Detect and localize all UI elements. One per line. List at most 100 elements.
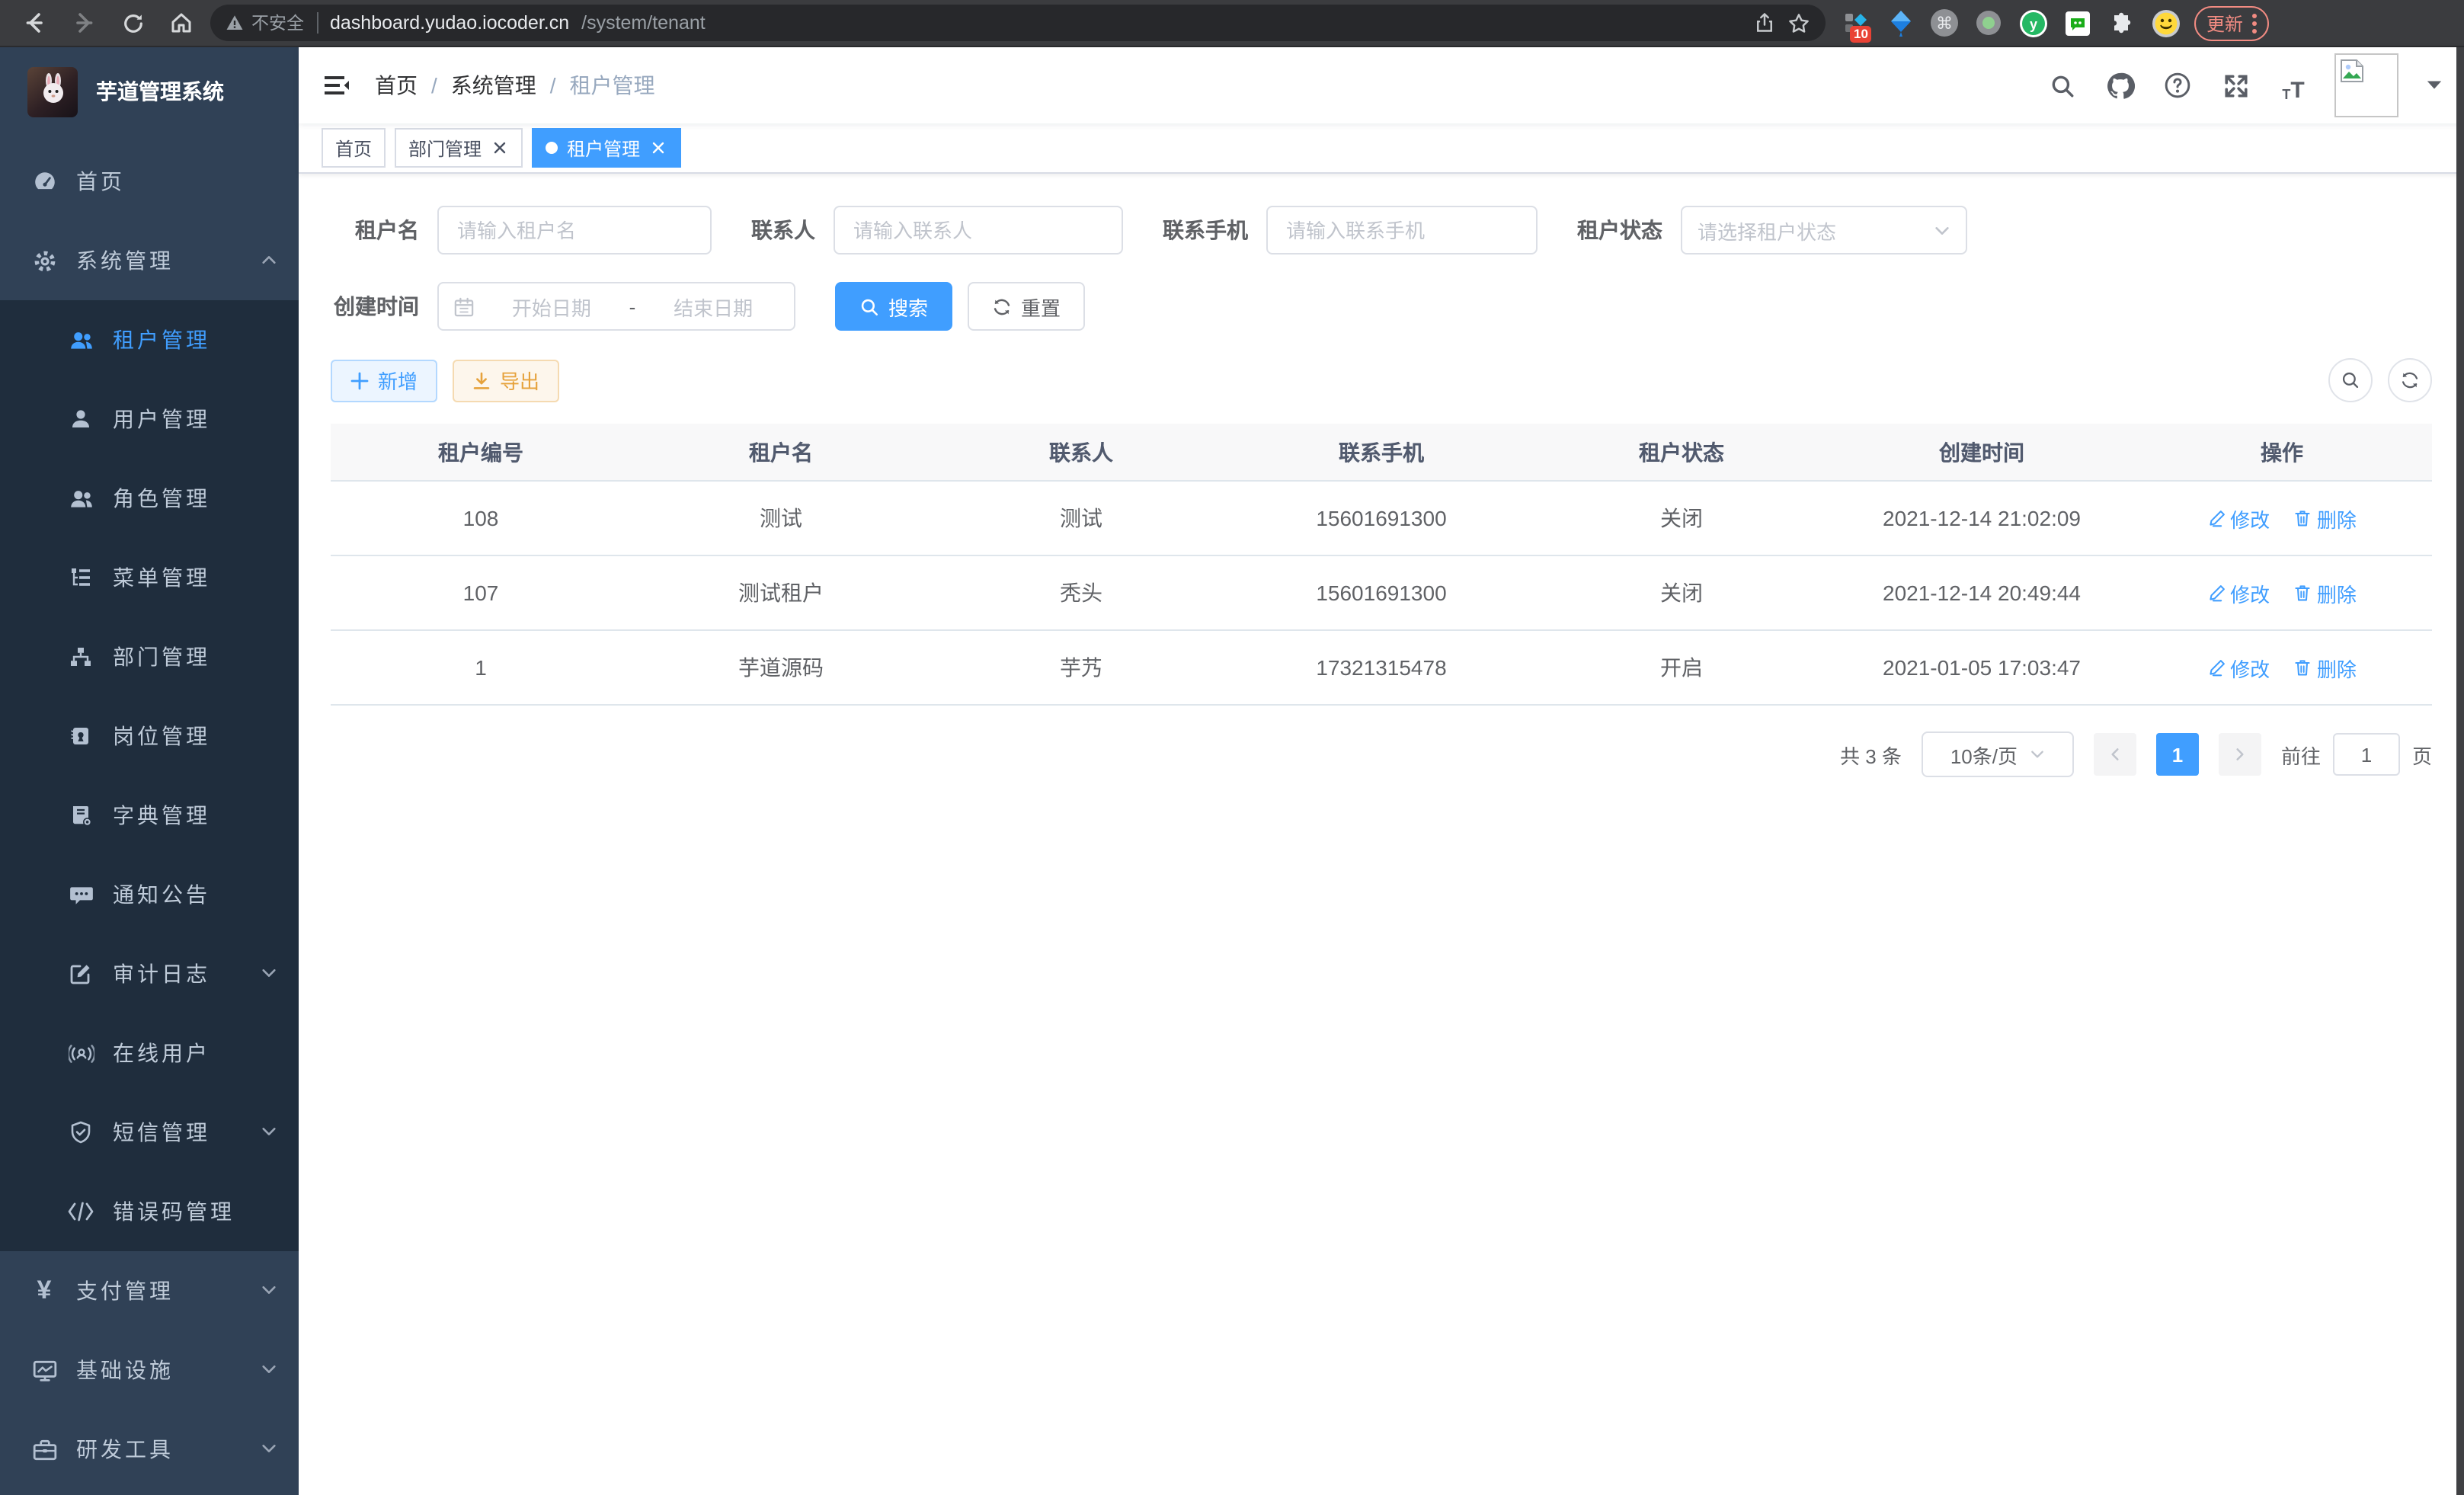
filter-row-2: 创建时间 开始日期 - 结束日期 搜索 (331, 282, 2432, 331)
close-icon[interactable] (649, 139, 667, 157)
download-icon (472, 371, 491, 389)
extension-recorder-icon[interactable] (1973, 8, 2004, 38)
chevron-down-icon (261, 1279, 277, 1303)
edit-link[interactable]: 修改 (2207, 504, 2270, 533)
goto-page-input[interactable] (2333, 733, 2400, 776)
extension-dict-icon[interactable]: 10 (1841, 8, 1871, 38)
sidebar-item-home[interactable]: 首页 (0, 142, 299, 221)
home-button[interactable] (162, 3, 201, 43)
broken-image-icon (2339, 58, 2365, 84)
search-icon[interactable] (2045, 69, 2078, 102)
bookmark-star-icon[interactable] (1787, 11, 1810, 34)
sidebar-item-dict[interactable]: 字典管理 (0, 776, 299, 855)
page-suffix: 页 (2412, 740, 2432, 769)
monitor-icon (30, 1356, 58, 1384)
goto-label: 前往 (2281, 740, 2321, 769)
sidebar-item-system[interactable]: 系统管理 (0, 221, 299, 300)
page-size-select[interactable]: 10条/页 (1922, 731, 2074, 777)
extension-command-icon[interactable]: ⌘ (1929, 8, 1960, 38)
tag-dept[interactable]: 部门管理 (395, 128, 523, 168)
close-icon[interactable] (491, 139, 509, 157)
browser-toolbar: 不安全 dashboard.yudao.iocoder.cn/system/te… (0, 0, 2464, 47)
delete-link[interactable]: 删除 (2294, 578, 2357, 607)
sidebar-item-post[interactable]: 岗位管理 (0, 696, 299, 776)
sidebar-item-notice[interactable]: 通知公告 (0, 855, 299, 934)
delete-link[interactable]: 删除 (2294, 653, 2357, 682)
sidebar-item-pay[interactable]: ¥ 支付管理 (0, 1251, 299, 1330)
dict-icon (67, 802, 94, 829)
extension-yuque-icon[interactable]: y (2018, 8, 2048, 38)
sidebar-item-menu[interactable]: 菜单管理 (0, 538, 299, 617)
next-page-button[interactable] (2219, 733, 2261, 776)
delete-link[interactable]: 删除 (2294, 504, 2357, 533)
sidebar-collapse-icon[interactable] (320, 69, 354, 102)
toggle-search-button[interactable] (2328, 358, 2373, 402)
status-select[interactable]: 请选择租户状态 (1681, 206, 1967, 255)
extension-chat-icon[interactable] (2062, 8, 2092, 38)
reset-button[interactable]: 重置 (968, 282, 1085, 331)
filter-contact: 联系人 (751, 206, 1123, 255)
tag-home[interactable]: 首页 (322, 128, 386, 168)
sidebar-item-audit-log[interactable]: 审计日志 (0, 934, 299, 1013)
refresh-table-button[interactable] (2388, 358, 2432, 402)
extension-kite-icon[interactable] (1885, 8, 1915, 38)
address-bar[interactable]: 不安全 dashboard.yudao.iocoder.cn/system/te… (210, 5, 1826, 41)
breadcrumb-current: 租户管理 (570, 70, 655, 101)
org-icon (67, 643, 94, 671)
date-range-picker[interactable]: 开始日期 - 结束日期 (437, 282, 795, 331)
browser-menu-icon[interactable] (2252, 13, 2257, 33)
sidebar-item-sms[interactable]: 短信管理 (0, 1093, 299, 1172)
pay-icon: ¥ (30, 1277, 58, 1305)
breadcrumb-home[interactable]: 首页 (375, 70, 418, 101)
update-button[interactable]: 更新 (2194, 5, 2269, 40)
github-icon[interactable] (2103, 69, 2136, 102)
search-icon (2341, 370, 2360, 390)
screen: 不安全 dashboard.yudao.iocoder.cn/system/te… (0, 0, 2464, 1495)
breadcrumb-system[interactable]: 系统管理 (451, 70, 536, 101)
extension-emoji-icon[interactable] (2150, 8, 2181, 38)
add-button[interactable]: 新增 (331, 359, 437, 402)
avatar[interactable] (2334, 53, 2398, 117)
mobile-input[interactable] (1266, 206, 1538, 255)
total-count: 共 3 条 (1840, 740, 1902, 769)
sidebar-item-tenant[interactable]: 租户管理 (0, 300, 299, 379)
export-button[interactable]: 导出 (453, 359, 559, 402)
prev-page-button[interactable] (2094, 733, 2136, 776)
contact-input[interactable] (834, 206, 1123, 255)
font-size-icon[interactable]: TT (2277, 69, 2310, 102)
refresh-icon (992, 296, 1012, 316)
sidebar-item-online-user[interactable]: 在线用户 (0, 1013, 299, 1093)
warning-icon (226, 14, 244, 32)
back-button[interactable] (15, 3, 55, 43)
chevron-down-icon (261, 1358, 277, 1382)
goto-group: 前往 页 (2281, 733, 2432, 776)
sidebar-item-infra[interactable]: 基础设施 (0, 1330, 299, 1410)
sidebar-item-role[interactable]: 角色管理 (0, 459, 299, 538)
app-logo[interactable]: 芋道管理系统 (0, 47, 299, 136)
contact-label: 联系人 (751, 215, 815, 245)
page-number-1[interactable]: 1 (2156, 733, 2199, 776)
sidebar-item-user[interactable]: 用户管理 (0, 379, 299, 459)
chevron-down-icon (2030, 747, 2045, 762)
edit-link[interactable]: 修改 (2207, 578, 2270, 607)
sidebar-item-devtools[interactable]: 研发工具 (0, 1410, 299, 1489)
sidebar-item-dept[interactable]: 部门管理 (0, 617, 299, 696)
extensions-puzzle-icon[interactable] (2106, 8, 2136, 38)
filter-create-time: 创建时间 开始日期 - 结束日期 (331, 282, 795, 331)
tenant-name-input[interactable] (437, 206, 712, 255)
forward-button[interactable] (64, 3, 104, 43)
reload-button[interactable] (113, 3, 152, 43)
security-indicator[interactable]: 不安全 (226, 11, 304, 35)
search-button[interactable]: 搜索 (835, 282, 952, 331)
share-icon[interactable] (1754, 12, 1775, 34)
main-area: 首页 / 系统管理 / 租户管理 TT (299, 47, 2464, 1495)
edit-link[interactable]: 修改 (2207, 653, 2270, 682)
sidebar-item-error-code[interactable]: 错误码管理 (0, 1172, 299, 1251)
tag-tenant[interactable]: 租户管理 (532, 128, 681, 168)
fullscreen-icon[interactable] (2219, 69, 2252, 102)
help-icon[interactable] (2161, 69, 2194, 102)
table-row: 107 测试租户 秃头 15601691300 关闭 2021-12-14 20… (331, 555, 2432, 630)
col-tenant-id: 租户编号 (331, 424, 631, 481)
avatar-caret-icon[interactable] (2426, 72, 2443, 99)
table-row: 1 芋道源码 芋艿 17321315478 开启 2021-01-05 17:0… (331, 630, 2432, 705)
